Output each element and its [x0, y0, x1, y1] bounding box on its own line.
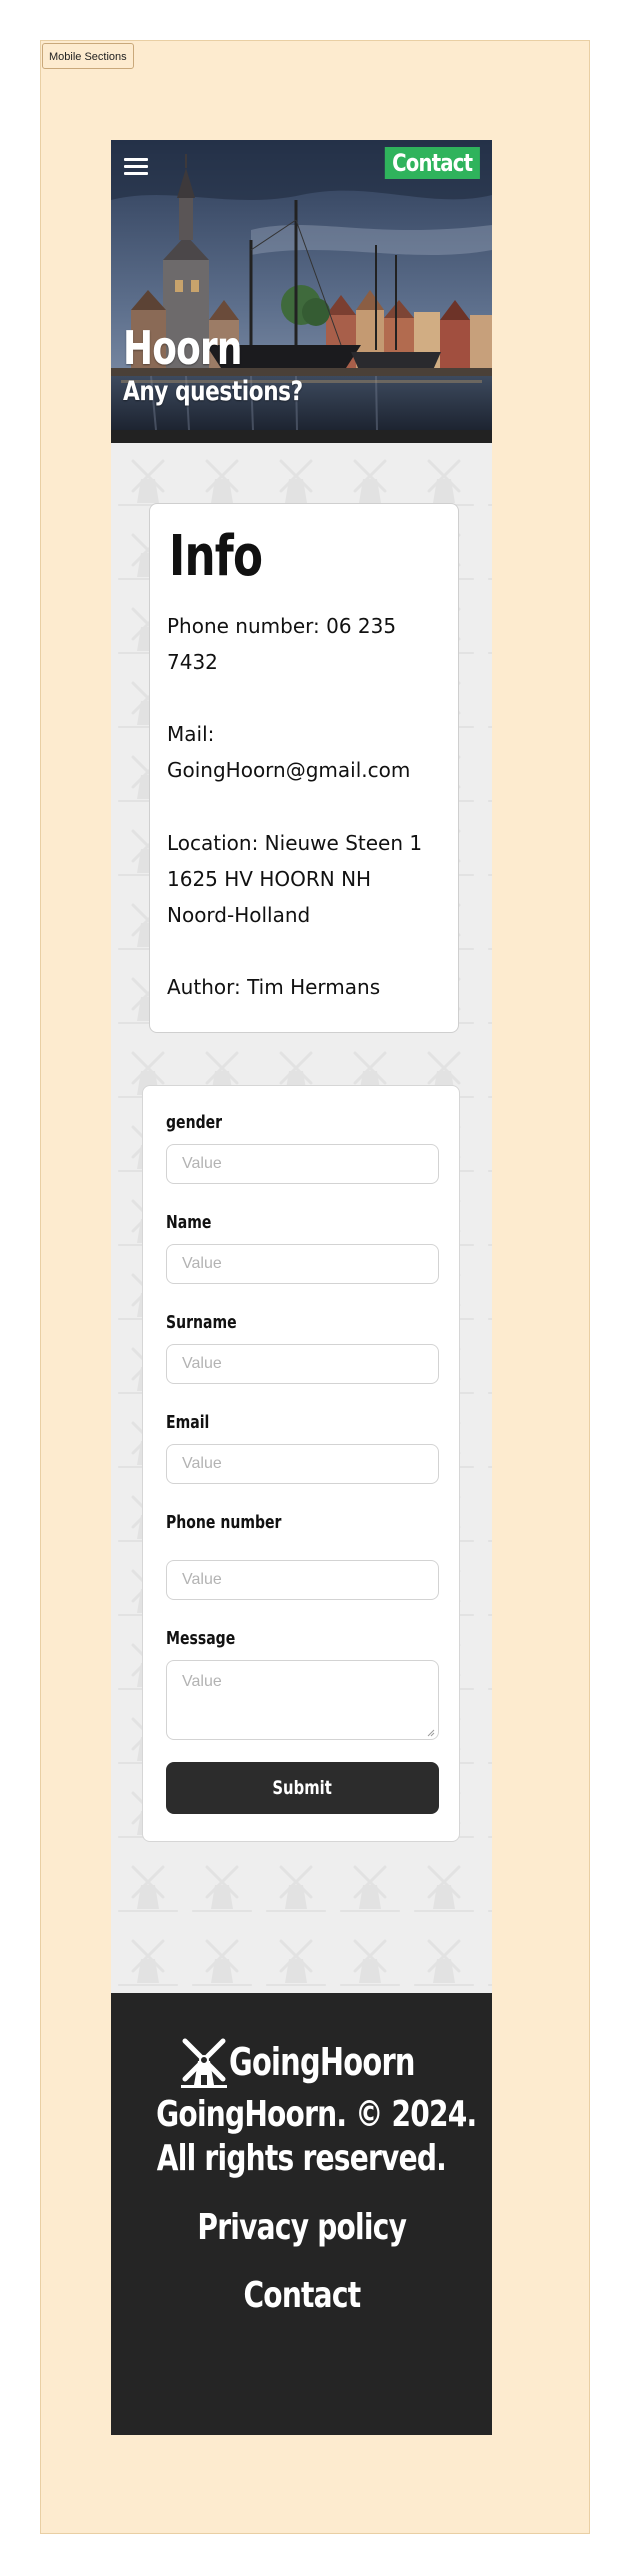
phone-number-label: Phone number — [166, 1512, 282, 1533]
submit-label: Submit — [272, 1777, 333, 1799]
mobile-page: Contact Hoorn Any questions? Info Phone … — [111, 140, 492, 2435]
frame-label[interactable]: Mobile Sections — [42, 43, 134, 69]
footer-brand[interactable]: GoingHoorn — [111, 2035, 492, 2094]
hero-bottom-bar — [111, 430, 492, 443]
copyright-line-2: All rights reserved. — [156, 2138, 447, 2179]
privacy-policy-link[interactable]: Privacy policy — [111, 2206, 492, 2250]
windmill-icon — [181, 2038, 228, 2088]
contact-button[interactable]: Contact — [385, 147, 480, 179]
resize-grip-icon[interactable] — [427, 1729, 435, 1737]
info-location-line-2: 1625 HV HOORN NH — [167, 867, 372, 891]
info-title: Info — [169, 524, 263, 589]
submit-button[interactable]: Submit — [166, 1762, 439, 1814]
info-location-line-1: Location: Nieuwe Steen 1 — [167, 831, 423, 855]
copyright-line-1: GoingHoorn. © 2024. — [156, 2094, 477, 2135]
contact-form: gender Name Surname Email Phone number M… — [142, 1085, 460, 1842]
footer-brand-name: GoingHoorn — [229, 2040, 416, 2084]
footer-contact-link[interactable]: Contact — [111, 2274, 492, 2318]
surname-input[interactable] — [166, 1344, 439, 1384]
info-author: Author: Tim Hermans — [167, 975, 381, 999]
info-phone-line-2: 7432 — [167, 650, 218, 674]
info-card: Info Phone number: 06 235 7432 Mail: Goi… — [149, 503, 459, 1033]
page-title: Hoorn — [123, 321, 242, 375]
name-label: Name — [166, 1212, 212, 1233]
info-location-line-3: Noord-Holland — [167, 903, 311, 927]
hero-banner: Contact Hoorn Any questions? — [111, 140, 492, 443]
email-input[interactable] — [166, 1444, 439, 1484]
surname-label: Surname — [166, 1312, 237, 1333]
hamburger-menu-icon[interactable] — [124, 158, 148, 178]
email-label: Email — [166, 1412, 210, 1433]
message-textarea[interactable] — [166, 1660, 439, 1740]
phone-number-input[interactable] — [166, 1560, 439, 1600]
footer: GoingHoorn GoingHoorn. © 2024. All right… — [111, 1993, 492, 2435]
gender-label: gender — [166, 1112, 223, 1133]
name-input[interactable] — [166, 1244, 439, 1284]
info-mail-address: GoingHoorn@gmail.com — [167, 758, 411, 782]
info-mail-label: Mail: — [167, 722, 215, 746]
message-label: Message — [166, 1628, 236, 1649]
info-phone-line-1: Phone number: 06 235 — [167, 614, 397, 638]
page-subtitle: Any questions? — [123, 376, 303, 407]
gender-input[interactable] — [166, 1144, 439, 1184]
